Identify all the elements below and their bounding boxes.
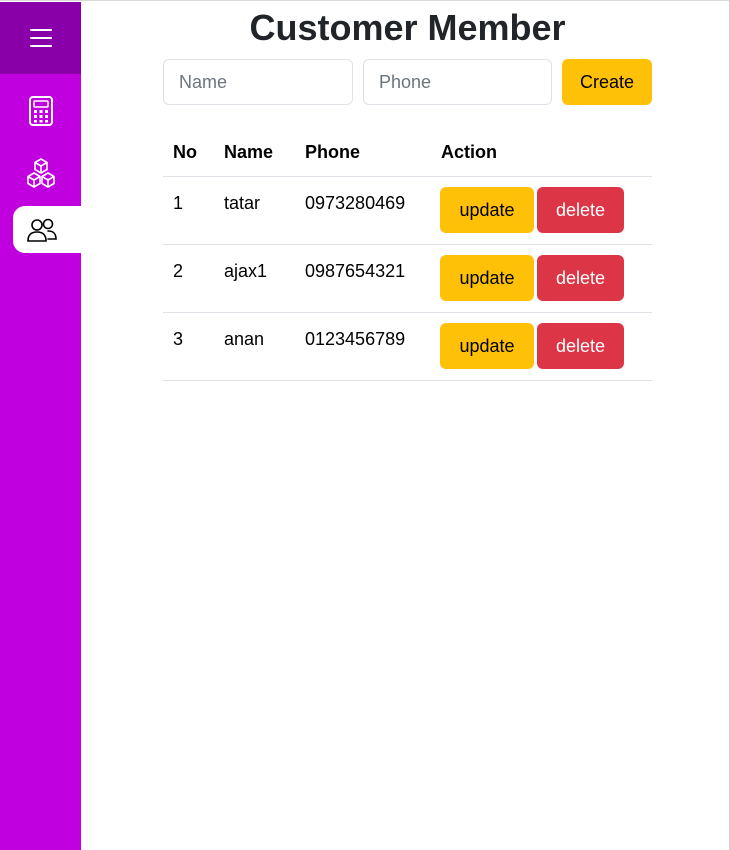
hamburger-menu-icon [29, 29, 52, 47]
sidebar-item-calculator[interactable] [0, 86, 81, 136]
column-header-phone: Phone [295, 129, 431, 177]
column-header-action: Action [431, 129, 652, 177]
app-window: Customer Member Create No Name Phone Act… [0, 0, 730, 850]
customer-name: anan [224, 329, 265, 349]
row-number: 1 [173, 193, 184, 213]
sidebar [0, 2, 81, 850]
row-number: 3 [173, 329, 184, 349]
customer-phone: 0973280469 [305, 193, 406, 213]
customer-phone: 0987654321 [305, 261, 406, 281]
row-number: 2 [173, 261, 184, 281]
update-button[interactable]: update [440, 255, 534, 301]
delete-button[interactable]: delete [537, 255, 624, 301]
page-title: Customer Member [249, 7, 566, 48]
people-icon [27, 218, 57, 242]
column-header-name: Name [214, 129, 295, 177]
menu-toggle-button[interactable] [0, 2, 81, 74]
phone-input[interactable] [363, 59, 552, 105]
delete-button[interactable]: delete [537, 323, 624, 369]
delete-button[interactable]: delete [537, 187, 624, 233]
update-button[interactable]: update [440, 323, 534, 369]
table-row: 3 anan 0123456789 update delete [163, 312, 652, 381]
create-button[interactable]: Create [562, 59, 652, 105]
customer-phone: 0123456789 [305, 329, 406, 349]
customer-table: No Name Phone Action 1 tatar 0973280469 … [163, 129, 652, 381]
customer-name: ajax1 [224, 261, 268, 281]
sidebar-item-products[interactable] [0, 148, 81, 198]
boxes-icon [26, 158, 55, 188]
table-row: 2 ajax1 0987654321 update delete [163, 244, 652, 313]
customer-name: tatar [224, 193, 261, 213]
update-button[interactable]: update [440, 187, 534, 233]
table-row: 1 tatar 0973280469 update delete [163, 176, 652, 245]
column-header-no: No [163, 129, 214, 177]
sidebar-item-customers[interactable] [13, 206, 81, 253]
calculator-icon [28, 96, 53, 126]
table-header-row: No Name Phone Action [163, 129, 652, 177]
name-input[interactable] [163, 59, 353, 105]
